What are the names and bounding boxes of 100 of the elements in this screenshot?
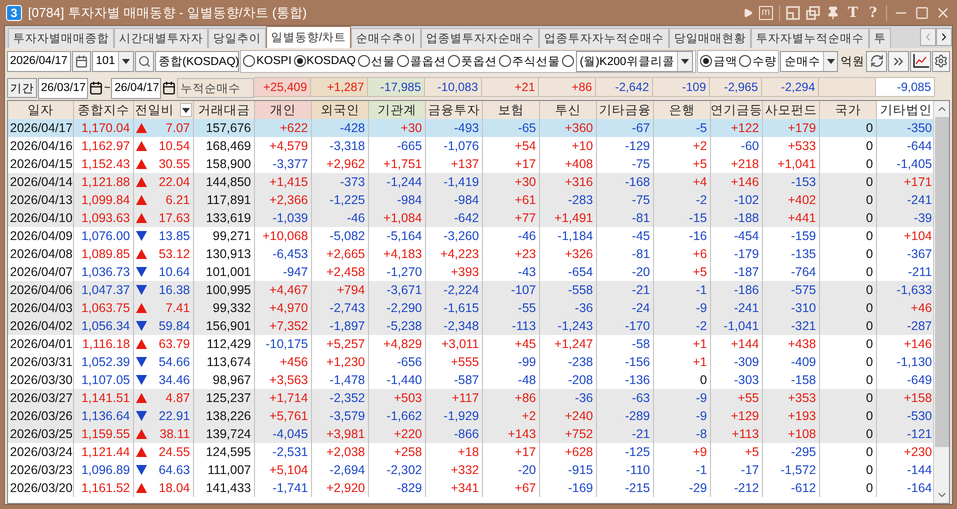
tab[interactable]: 투 (869, 28, 892, 48)
table-row[interactable]: 2026/04/15 1,152.43 30.55 158,900 -3,377 +2,962 +1,751 +137 +17 +408 -75 +5 +218 +1,041 0 -1,405 (8, 155, 933, 173)
mode-dropdown[interactable]: 순매수 (780, 50, 838, 72)
radio-button[interactable] (498, 55, 511, 67)
scrollbar[interactable] (933, 101, 949, 503)
calendar-button[interactable] (72, 50, 91, 72)
tab[interactable]: 일별동향/차트 (266, 26, 352, 48)
tab[interactable]: 당일매매현황 (669, 28, 752, 48)
table-cell: 13.85 (158, 229, 190, 243)
option-dropdown[interactable]: (월)K200위클리콜 (576, 50, 694, 72)
tab[interactable]: 당일추이 (208, 28, 266, 48)
refresh-icon[interactable] (870, 54, 884, 68)
refresh-button[interactable] (866, 50, 888, 72)
search-icon[interactable] (138, 54, 152, 68)
table-row[interactable]: 2026/04/01 1,116.18 63.79 112,429 -10,175 +5,257 +4,829 +3,011 +45 +1,247 -58 +1 +144 +438 0 +146 (8, 335, 933, 353)
table-row[interactable]: 2026/03/23 1,096.89 64.63 111,007 +5,104 -2,694 -2,302 +332 -20 -915 -110 -1 -17 -1,572 0 -144 (8, 461, 933, 479)
end-date-field[interactable]: 26/04/17 (111, 78, 162, 98)
calendar-icon[interactable] (74, 54, 88, 68)
window-layout-icon[interactable] (786, 6, 800, 20)
table-row[interactable]: 2026/04/17 1,170.04 7.07 157,676 +622 -428 +30 -493 -65 +360 -67 -5 +122 +179 0 -350 (8, 119, 933, 137)
table-row[interactable]: 2026/04/10 1,093.63 17.63 133,619 -1,039 -46 +1,084 -642 +77 +1,491 -81 -15 -188 +441 0 -39 (8, 209, 933, 227)
radio-button[interactable] (358, 55, 370, 67)
table-row[interactable]: 2026/03/27 1,141.51 4.87 125,237 +1,714 -2,352 +503 +117 +86 -36 -63 -9 +55 +353 0 +158 (8, 389, 933, 407)
table-row[interactable]: 2026/04/03 1,063.75 7.41 99,332 +4,970 -2,743 -2,290 -1,615 -55 -36 -24 -9 -241 -310 0 +46 (8, 299, 933, 317)
table-row[interactable]: 2026/04/14 1,121.88 22.04 144,850 +1,415 -373 -1,244 -1,419 +30 +316 -168 +4 +146 -153 0 +171 (8, 173, 933, 191)
table-row[interactable]: 2026/04/06 1,047.37 16.38 100,995 +4,467 +794 -3,671 -2,224 -107 -558 -21 -1 -186 -575 0 -1,633 (8, 281, 933, 299)
radio-option[interactable]: KOSPI (243, 55, 292, 67)
period-button[interactable]: 기간 (7, 78, 37, 98)
settings-button[interactable] (932, 50, 950, 72)
table-row[interactable]: 2026/03/31 1,052.39 54.66 113,674 +456 +1,230 -656 +555 -99 -238 -156 +1 -309 -409 0 -1,130 (8, 353, 933, 371)
radio-button[interactable] (448, 55, 460, 67)
radio-button[interactable] (700, 55, 712, 67)
sort-dropdown[interactable] (180, 103, 192, 117)
total-cell: -2,642 (596, 77, 653, 97)
table-row[interactable]: 2026/03/20 1,161.52 18.04 141,433 -1,741 +2,920 -829 +341 +67 -169 -215 -29 -212 -612 0 -164 (8, 479, 933, 497)
table-row[interactable]: 2026/03/25 1,159.55 38.11 139,724 -4,045 +3,981 +220 -866 +143 +752 -21 -8 +113 +108 0 -121 (8, 425, 933, 443)
column-header[interactable]: 사모펀드 (763, 101, 820, 119)
total-cell: +21 (482, 77, 539, 97)
column-header[interactable]: 보험 (483, 101, 540, 119)
column-header[interactable]: 투신 (540, 101, 597, 119)
cascade-windows-icon[interactable] (806, 6, 820, 20)
table-row[interactable]: 2026/04/07 1,036.73 10.64 101,001 -947 +2,458 -1,270 +393 -43 -654 -20 +5 -187 -764 0 -211 (8, 263, 933, 281)
radio-option[interactable]: 금액 (700, 54, 738, 68)
pin-icon[interactable] (826, 6, 840, 20)
tab[interactable]: 투자자별매매종합 (8, 28, 114, 48)
radio-button[interactable] (294, 55, 306, 67)
column-header[interactable]: 개인 (255, 101, 312, 119)
radio-option[interactable]: KOSDAQ (294, 55, 356, 67)
column-header[interactable]: 국가 (820, 101, 877, 119)
column-header[interactable]: 종합지수 (74, 101, 134, 119)
tab[interactable]: 업종투자자누적순매수 (539, 28, 670, 48)
column-header[interactable]: 은행 (654, 101, 711, 119)
blank-cell (819, 77, 876, 97)
column-header[interactable]: 기타금융 (597, 101, 654, 119)
settings-icon[interactable] (934, 54, 948, 68)
caret-icon (182, 108, 190, 112)
scroll-thumb[interactable] (934, 117, 948, 447)
table-cell: 54.66 (158, 355, 190, 369)
radio-option[interactable]: 수량 (739, 54, 776, 68)
radio-button[interactable] (396, 55, 409, 67)
maximize-icon[interactable] (915, 6, 929, 20)
table-row[interactable]: 2026/04/02 1,056.34 59.84 156,901 +7,352 -1,897 -5,238 -2,348 -113 -1,243 -170 -2 -1,041 -321 0 -287 (8, 317, 933, 335)
scroll-right-button[interactable] (936, 28, 952, 46)
table-row[interactable]: 2026/04/09 1,076.00 13.85 99,271 +10,068 -5,082 -5,164 -3,260 -46 -1,184 -45 -16 -454 -159 0 +104 (8, 227, 933, 245)
column-header[interactable]: 기관계 (369, 101, 426, 119)
total-cell: +86 (539, 77, 596, 97)
column-header[interactable]: 금융투자 (426, 101, 483, 119)
table-row[interactable]: 2026/04/13 1,099.84 6.21 117,891 +2,366 -1,225 -984 -984 +61 -283 -75 -2 -102 +402 0 -241 (8, 191, 933, 209)
radio-option[interactable]: 콜옵션 (396, 54, 446, 68)
tab[interactable]: 업종별투자자순매수 (421, 28, 540, 48)
column-header[interactable]: 전일비 (134, 101, 194, 119)
table-row[interactable]: 2026/03/26 1,136.64 22.91 138,226 +5,761 -3,579 -1,662 -1,929 +2 +240 -289 -9 +129 +193 0 -530 (8, 407, 933, 425)
table-row[interactable]: 2026/04/08 1,089.85 53.12 130,913 -6,453 +2,665 +4,183 +4,223 +23 +326 -81 +6 -179 -135 0 -367 (8, 245, 933, 263)
column-header[interactable]: 연기금등 (711, 101, 763, 119)
table-row[interactable]: 2026/04/16 1,162.97 10.54 168,469 +4,579 -3,318 -665 -1,076 +54 +10 -129 +2 -60 +533 0 -644 (8, 137, 933, 155)
tab[interactable]: 투자자별누적순매수 (751, 28, 870, 48)
column-header[interactable]: 외국인 (312, 101, 369, 119)
start-date-field[interactable]: 26/03/17 (38, 78, 88, 98)
tab[interactable]: 순매수추이 (351, 28, 422, 48)
calendar-icon[interactable] (162, 81, 176, 95)
radio-button[interactable] (562, 55, 574, 67)
date-field[interactable]: 2026/04/17 (7, 50, 71, 72)
name-field[interactable]: 종합(KOSDAQ) (155, 50, 240, 72)
column-header[interactable]: 거래대금 (194, 101, 255, 119)
search-button[interactable] (135, 50, 154, 72)
table-cell: 2026/03/20 (8, 479, 74, 497)
radio-option[interactable]: 주식선물 (498, 54, 560, 68)
radio-option[interactable]: 선물 (358, 54, 395, 68)
table-row[interactable]: 2026/03/24 1,121.44 24.55 124,595 -2,531 +2,038 +258 +18 +17 +628 -125 +9 +5 -295 0 +230 (8, 443, 933, 461)
table-cell: 7.41 (166, 301, 190, 315)
table-row[interactable]: 2026/03/30 1,107.05 34.46 98,967 +3,563 -1,478 -1,440 -587 -48 -208 -136 0 -303 -158 0 -649 (8, 371, 933, 389)
radio-button[interactable] (243, 55, 256, 67)
radio-option[interactable]: 풋옵션 (448, 54, 497, 68)
radio-button[interactable] (739, 55, 752, 67)
calendar-icon[interactable] (89, 81, 103, 95)
column-header[interactable]: 일자 (8, 101, 74, 119)
tab[interactable]: 시간대별투자자 (114, 28, 208, 48)
code-dropdown[interactable]: 101 (92, 50, 134, 72)
play-icon[interactable] (742, 8, 753, 18)
table-cell: 63.79 (158, 337, 190, 351)
